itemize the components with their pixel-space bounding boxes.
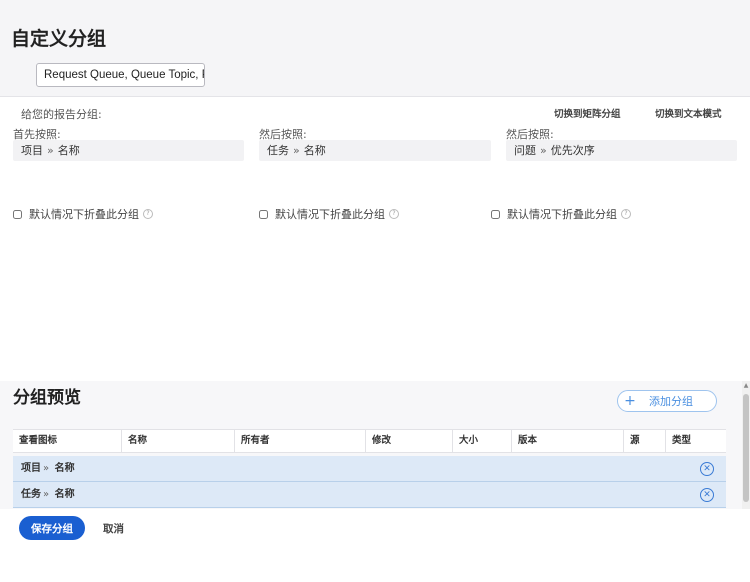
preview-group-row[interactable]: 项目» 名称 ✕ [13,456,726,482]
row-field: 名称 [54,463,75,474]
chevron-right-icon: » [540,144,547,157]
collapse-first-group-checkbox[interactable] [13,209,22,219]
plus-icon: + [624,393,636,409]
header-divider [0,96,750,97]
column-header[interactable]: 所有者 [234,430,365,452]
column-header[interactable]: 版本 [511,430,623,452]
third-group-selector[interactable]: 问题 » 优先次序 [506,140,737,161]
preview-title: 分组预览 [13,388,81,408]
chevron-right-icon: » [43,463,50,474]
group-object: 项目 [21,144,43,157]
column-header[interactable]: 查看图标 [13,430,121,452]
add-group-label: 添加分组 [649,395,693,408]
collapse-label: 默认情况下折叠此分组 [507,208,617,221]
page-title: 自定义分组 [11,28,107,50]
collapse-label: 默认情况下折叠此分组 [275,208,385,221]
switch-to-matrix-link[interactable]: 切换到矩阵分组 [554,106,621,120]
first-group-selector[interactable]: 项目 » 名称 [13,140,244,161]
grouping-name-input[interactable] [36,63,205,87]
collapse-first-group: 默认情况下折叠此分组 ? [13,206,153,222]
scrollbar-thumb[interactable] [743,394,749,502]
preview-group-row[interactable]: 任务» 名称 ✕ [13,482,726,508]
column-header[interactable]: 修改 [365,430,452,452]
group-report-label: 给您的报告分组: [21,108,102,121]
group-field: 优先次序 [550,144,595,157]
group-field: 名称 [57,144,80,157]
collapse-third-group-checkbox[interactable] [491,209,500,219]
second-group-selector[interactable]: 任务 » 名称 [259,140,491,161]
column-header[interactable]: 类型 [665,430,726,452]
help-icon[interactable]: ? [389,209,399,219]
collapse-second-group: 默认情况下折叠此分组 ? [259,206,399,222]
scroll-up-icon[interactable]: ▲ [742,381,750,391]
remove-group-icon[interactable]: ✕ [700,488,714,502]
save-grouping-button[interactable]: 保存分组 [19,516,85,540]
column-header[interactable]: 源 [623,430,665,452]
chevron-right-icon: » [43,489,50,500]
row-label: 任务» 名称 [21,482,75,508]
collapse-third-group: 默认情况下折叠此分组 ? [491,206,631,222]
group-object: 任务 [267,144,289,157]
group-field: 名称 [303,144,326,157]
group-object: 问题 [514,144,536,157]
help-icon[interactable]: ? [621,209,631,219]
row-field: 名称 [54,489,75,500]
cancel-button[interactable]: 取消 [103,521,124,536]
chevron-right-icon: » [293,144,300,157]
preview-table-header: 查看图标 名称 所有者 修改 大小 版本 源 类型 [13,429,726,453]
column-header[interactable]: 大小 [452,430,511,452]
row-label: 项目» 名称 [21,456,75,482]
row-object: 项目 [21,463,41,474]
collapse-second-group-checkbox[interactable] [259,209,268,219]
add-group-button[interactable]: + 添加分组 [617,390,717,412]
remove-group-icon[interactable]: ✕ [700,462,714,476]
help-icon[interactable]: ? [143,209,153,219]
row-object: 任务 [21,489,41,500]
switch-to-text-mode-link[interactable]: 切换到文本模式 [655,106,722,120]
collapse-label: 默认情况下折叠此分组 [29,208,139,221]
column-header[interactable]: 名称 [121,430,234,452]
chevron-right-icon: » [47,144,54,157]
